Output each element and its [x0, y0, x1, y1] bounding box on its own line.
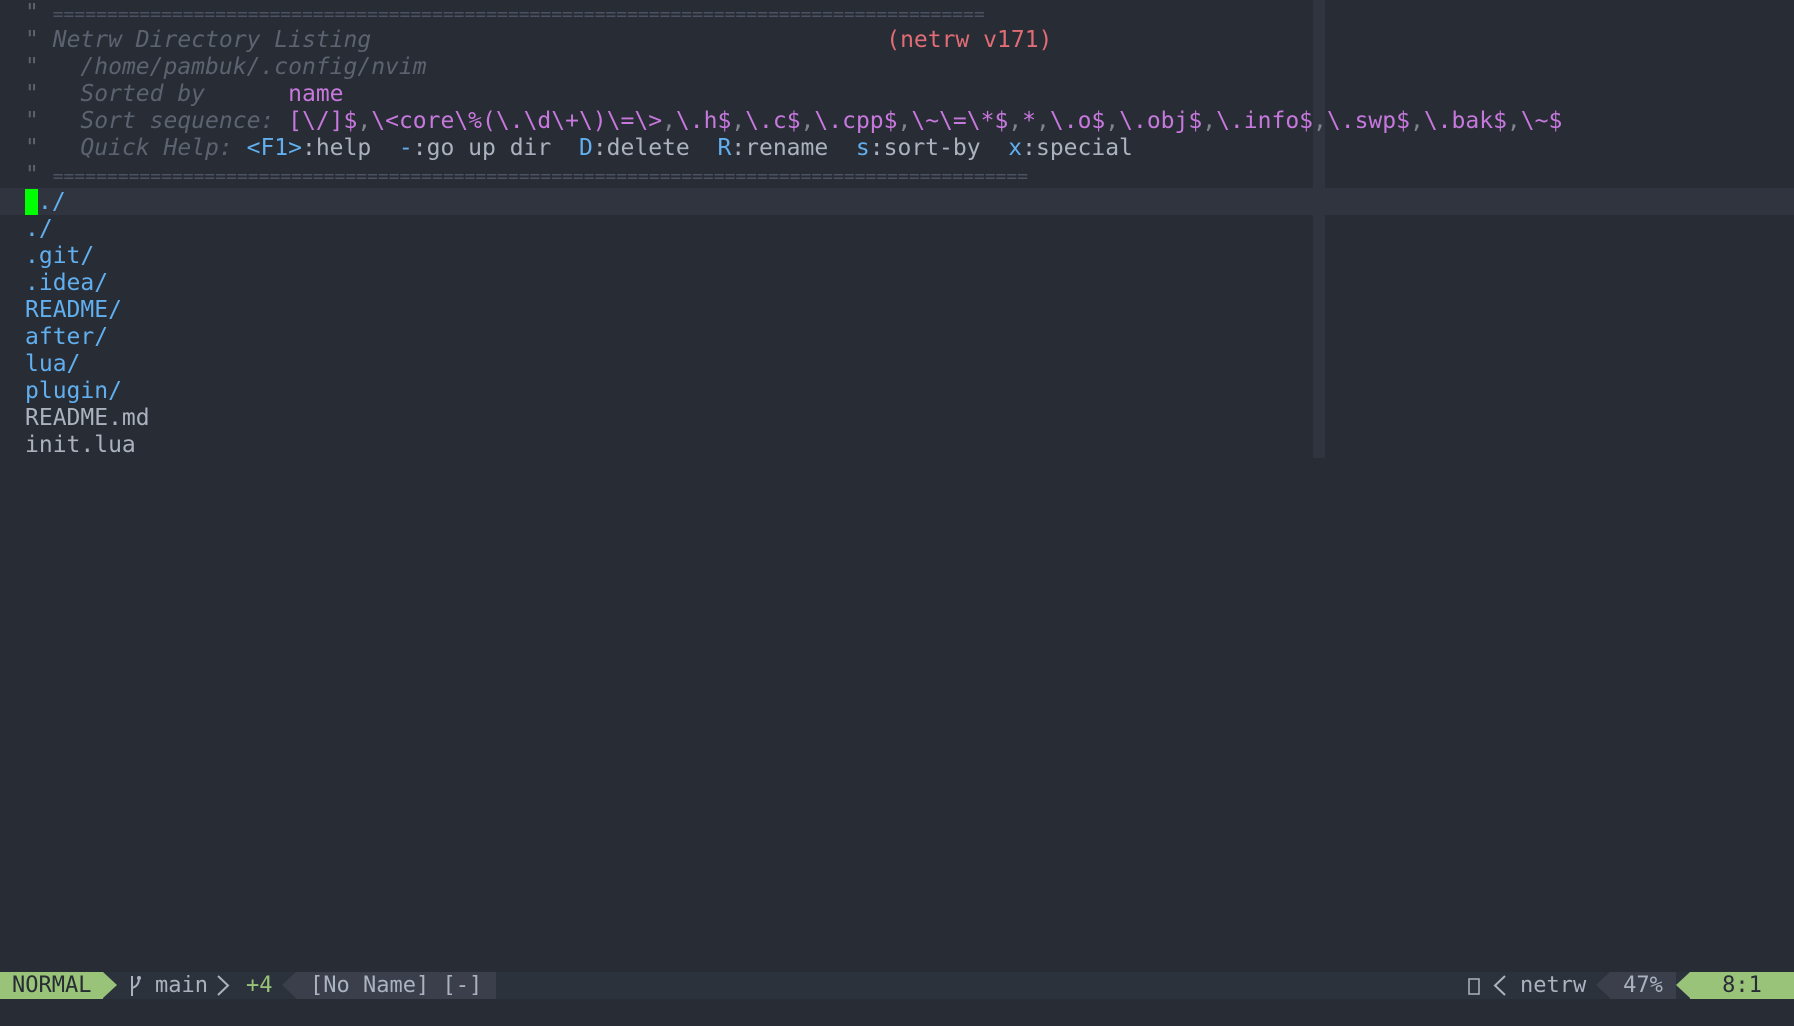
- git-diff-count: +4: [246, 973, 273, 998]
- entry-name: ./: [25, 216, 53, 242]
- sort-sequence-pattern: \~$: [1520, 108, 1563, 134]
- file-entry[interactable]: README.md: [25, 405, 150, 432]
- quick-help-key: D: [578, 135, 593, 161]
- directory-entry[interactable]: plugin/: [25, 378, 122, 405]
- entry-name: plugin/: [25, 378, 122, 404]
- percent-separator: [1596, 972, 1610, 998]
- banner-quick-help-line: " Quick Help: <F1>:help -:go up dir D:de…: [25, 135, 1133, 161]
- sort-sequence-pattern: \.cpp$: [814, 108, 898, 134]
- mode-separator: [103, 972, 117, 998]
- sort-sequence-pattern: \.obj$: [1119, 108, 1203, 134]
- banner-title: Netrw Directory Listing: [52, 27, 372, 53]
- quick-help-text: :go up dir: [412, 135, 579, 161]
- buffer-name-separator: [282, 972, 296, 998]
- banner-path-line: " /home/pambuk/.config/nvim: [25, 54, 427, 80]
- banner-sorted-by-line: " Sorted by name: [25, 81, 344, 107]
- color-column: [1313, 0, 1325, 458]
- quick-help-key: s: [855, 135, 870, 161]
- mode-indicator: NORMAL: [0, 972, 104, 999]
- sort-sequence-comma: ,: [662, 108, 676, 134]
- sort-sequence-comma: ,: [1036, 108, 1050, 134]
- filetype: netrw: [1520, 973, 1587, 998]
- banner-title-line: " Netrw Directory Listing (netrw v171): [25, 27, 1053, 53]
- quick-help-text: :special: [1022, 135, 1133, 161]
- quick-help-text: :sort-by: [869, 135, 1009, 161]
- cursor-position: 8:1: [1690, 972, 1794, 999]
- quick-help-key: x: [1008, 135, 1023, 161]
- command-line[interactable]: [0, 999, 1794, 1026]
- directory-entry[interactable]: ./: [25, 189, 66, 216]
- banner-sort-sequence-line: " Sort sequence: [\/]$,\<core\%(\.\d\+\)…: [25, 108, 1563, 134]
- entry-name: .git/: [25, 243, 95, 269]
- sort-sequence-pattern: \~\=\*$: [911, 108, 1009, 134]
- cursor-line: [0, 188, 1794, 215]
- position-separator: [1676, 972, 1690, 998]
- sort-sequence-pattern: \.swp$: [1326, 108, 1410, 134]
- banner-separator-bottom: " ======================================…: [25, 162, 1029, 188]
- sort-sequence-comma: ,: [1105, 108, 1120, 134]
- sort-sequence-pattern: *: [1022, 108, 1037, 134]
- sort-sequence-comma: ,: [1506, 108, 1521, 134]
- banner-separator-top: " ======================================…: [25, 0, 985, 26]
- sorted-by-value: name: [288, 81, 344, 107]
- sort-sequence-comma: ,: [357, 108, 372, 134]
- text-cursor: [25, 189, 38, 215]
- sort-sequence-comma: ,: [897, 108, 912, 134]
- netrw-version: (netrw v171): [886, 27, 1053, 53]
- quick-help-text: :delete: [592, 135, 718, 161]
- sort-sequence-pattern: [\/]$: [288, 108, 358, 134]
- sort-sequence-comma: ,: [1313, 108, 1327, 134]
- sort-sequence-pattern: \.o$: [1049, 108, 1106, 134]
- buffer-name: [No Name] [-]: [296, 972, 497, 999]
- directory-entry[interactable]: .git/: [25, 243, 94, 270]
- statusline: NORMAL main +4 [No Name] [-] netrw 47% 8…: [0, 972, 1794, 999]
- quick-help-key: -: [398, 135, 413, 161]
- netrw-buffer[interactable]: " ======================================…: [0, 0, 1794, 972]
- quick-help-key: <F1>: [246, 135, 302, 161]
- quick-help: <F1>:help -:go up dir D:delete R:rename …: [247, 135, 1133, 161]
- sort-sequence-comma: ,: [800, 108, 815, 134]
- scroll-percent: 47%: [1610, 972, 1676, 999]
- directory-entry[interactable]: ./: [25, 216, 53, 243]
- sort-sequence-pattern: \.bak$: [1423, 108, 1507, 134]
- git-branch: main: [155, 973, 208, 998]
- entry-name: README/: [25, 297, 122, 323]
- directory-entry[interactable]: lua/: [25, 351, 80, 378]
- directory-entry[interactable]: after/: [25, 324, 108, 351]
- sort-sequence-comma: ,: [1008, 108, 1023, 134]
- entry-name: README.md: [25, 405, 150, 431]
- sort-sequence-pattern: \.c$: [745, 108, 801, 134]
- current-path: /home/pambuk/.config/nvim: [80, 54, 427, 80]
- sort-sequence-comma: ,: [731, 108, 746, 134]
- entry-name: .idea/: [25, 270, 109, 296]
- directory-entry[interactable]: README/: [25, 297, 122, 324]
- entry-name: ./: [38, 189, 66, 215]
- file-entry[interactable]: init.lua: [25, 432, 136, 459]
- entry-name: init.lua: [25, 432, 136, 458]
- quick-help-text: :help: [301, 135, 399, 161]
- sort-sequence: [\/]$,\<core\%(\.\d\+\)\=\>,\.h$,\.c$,\.…: [288, 108, 1562, 134]
- quick-help-text: :rename: [731, 135, 856, 161]
- sort-sequence-comma: ,: [1202, 108, 1217, 134]
- sort-sequence-pattern: \<core\%(\.\d\+\)\=\>: [371, 108, 663, 134]
- entry-name: after/: [25, 324, 109, 350]
- entry-name: lua/: [25, 351, 81, 377]
- sort-sequence-comma: ,: [1409, 108, 1424, 134]
- sort-sequence-pattern: \.info$: [1216, 108, 1314, 134]
- quick-help-key: R: [717, 135, 732, 161]
- directory-entry[interactable]: .idea/: [25, 270, 108, 297]
- sort-sequence-pattern: \.h$: [675, 108, 732, 134]
